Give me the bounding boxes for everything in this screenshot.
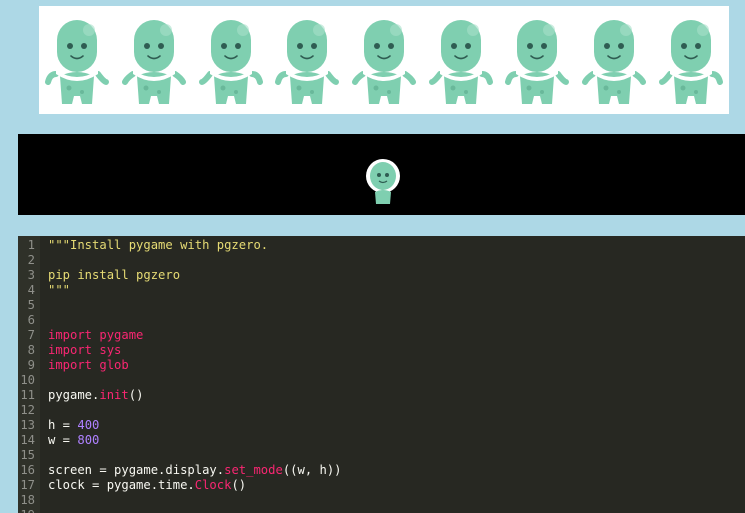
code-token-plain: w = bbox=[48, 433, 78, 447]
code-line[interactable]: 9 import glob bbox=[18, 358, 745, 373]
code-token-number: 800 bbox=[77, 433, 100, 447]
code-text: screen = pygame.display.set_mode((w, h)) bbox=[48, 463, 342, 478]
alien-walk-frame-4 bbox=[272, 12, 342, 108]
code-text: import glob bbox=[48, 358, 129, 373]
code-token-number: 400 bbox=[77, 418, 100, 432]
alien-sprite-icon bbox=[658, 20, 723, 104]
code-token-plain: h = bbox=[48, 418, 78, 432]
code-token-keyword: import sys bbox=[48, 343, 122, 357]
line-number: 1 bbox=[27, 238, 35, 252]
alien-walk-frame-9 bbox=[656, 12, 726, 108]
code-token-keyword: import pygame bbox=[48, 328, 144, 342]
line-number: 2 bbox=[27, 253, 35, 267]
line-number: 3 bbox=[27, 268, 35, 282]
code-line[interactable]: 12 bbox=[18, 403, 745, 418]
code-token-string: """ bbox=[48, 283, 71, 297]
alien-sprite-icon bbox=[581, 20, 646, 104]
alien-sprite-icon bbox=[275, 20, 340, 104]
alien-sprite-icon bbox=[351, 20, 416, 104]
alien-sprite-icon bbox=[428, 20, 493, 104]
code-text: import sys bbox=[48, 343, 121, 358]
line-number: 4 bbox=[27, 283, 35, 297]
code-line[interactable]: 6 bbox=[18, 313, 745, 328]
line-number: 6 bbox=[27, 313, 35, 327]
code-text: pygame.init() bbox=[48, 388, 143, 403]
code-line[interactable]: 14 w = 800 bbox=[18, 433, 745, 448]
line-number: 19 bbox=[18, 508, 35, 513]
code-token-keyword: import glob bbox=[48, 358, 129, 372]
code-line[interactable]: 17 clock = pygame.time.Clock() bbox=[18, 478, 745, 493]
alien-walk-frame-1 bbox=[42, 12, 112, 108]
code-token-func: init bbox=[99, 388, 129, 402]
code-token-plain: screen = pygame.display. bbox=[48, 463, 225, 477]
code-text: clock = pygame.time.Clock() bbox=[48, 478, 246, 493]
code-text: w = 800 bbox=[48, 433, 99, 448]
code-line[interactable]: 2 bbox=[18, 253, 745, 268]
code-line[interactable]: 18 bbox=[18, 493, 745, 508]
line-number: 15 bbox=[20, 448, 35, 462]
code-line[interactable]: 5 bbox=[18, 298, 745, 313]
code-token-plain: () bbox=[128, 388, 144, 402]
line-number: 9 bbox=[27, 358, 35, 372]
code-text: """ bbox=[48, 283, 70, 298]
line-number: 5 bbox=[27, 298, 35, 312]
line-number: 8 bbox=[27, 343, 35, 357]
alien-walk-frame-8 bbox=[579, 12, 649, 108]
line-number: 11 bbox=[20, 388, 35, 402]
alien-sprite-icon bbox=[45, 20, 110, 104]
code-line[interactable]: 1 """Install pygame with pgzero. bbox=[18, 238, 745, 253]
line-number: 10 bbox=[20, 373, 35, 387]
code-text: h = 400 bbox=[48, 418, 99, 433]
alien-walk-frame-7 bbox=[502, 12, 572, 108]
alien-walk-frame-2 bbox=[119, 12, 189, 108]
code-token-plain: pygame. bbox=[48, 388, 100, 402]
code-token-plain: ((w, h)) bbox=[282, 463, 342, 477]
code-text: """Install pygame with pgzero. bbox=[48, 238, 268, 253]
alien-walk-frame-5 bbox=[349, 12, 419, 108]
alien-sprite-icon bbox=[505, 20, 570, 104]
code-token-string: """Install pygame with pgzero. bbox=[48, 238, 269, 252]
alien-sprite-icon bbox=[198, 20, 263, 104]
code-token-func: set_mode bbox=[224, 463, 283, 477]
code-token-func: Clock bbox=[194, 478, 232, 492]
alien-player-icon bbox=[366, 159, 400, 204]
alien-walk-frame-6 bbox=[426, 12, 496, 108]
line-number: 18 bbox=[20, 493, 35, 507]
line-number: 16 bbox=[20, 463, 35, 477]
code-editor[interactable]: 1 """Install pygame with pgzero. 2 3 pip ins… bbox=[18, 236, 745, 513]
code-line[interactable]: 19 bbox=[18, 508, 745, 513]
alien-walk-frame-3 bbox=[196, 12, 266, 108]
code-line[interactable]: 15 bbox=[18, 448, 745, 463]
line-number: 14 bbox=[20, 433, 35, 447]
code-line[interactable]: 4 """ bbox=[18, 283, 745, 298]
code-token-string: pip install pgzero bbox=[48, 268, 181, 282]
code-text: import pygame bbox=[48, 328, 143, 343]
sprite-sheet-panel bbox=[39, 6, 729, 114]
code-token-plain: clock = pygame.time. bbox=[48, 478, 195, 492]
line-number: 17 bbox=[20, 478, 35, 492]
code-line[interactable]: 8 import sys bbox=[18, 343, 745, 358]
line-number: 7 bbox=[27, 328, 35, 342]
alien-sprite-icon bbox=[121, 20, 186, 104]
code-text: pip install pgzero bbox=[48, 268, 180, 283]
code-line[interactable]: 10 bbox=[18, 373, 745, 388]
code-token-plain: () bbox=[231, 478, 247, 492]
code-line[interactable]: 16 screen = pygame.display.set_mode((w, h… bbox=[18, 463, 745, 478]
code-line[interactable]: 11 pygame.init() bbox=[18, 388, 745, 403]
code-line[interactable]: 7 import pygame bbox=[18, 328, 745, 343]
line-number: 13 bbox=[20, 418, 35, 432]
game-window[interactable] bbox=[18, 134, 745, 215]
code-line[interactable]: 13 h = 400 bbox=[18, 418, 745, 433]
line-number: 12 bbox=[20, 403, 35, 417]
code-line[interactable]: 3 pip install pgzero bbox=[18, 268, 745, 283]
